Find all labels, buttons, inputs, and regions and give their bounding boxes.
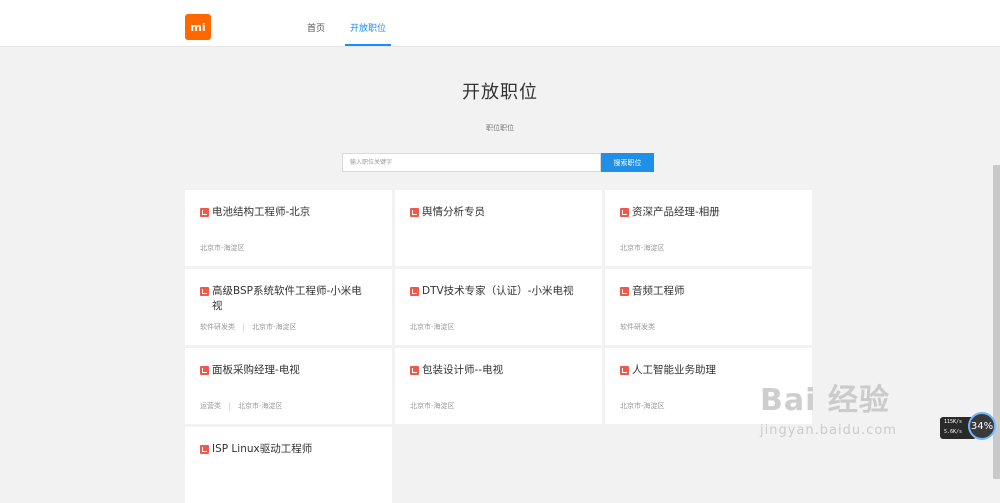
job-tag: 软件研发类 (620, 323, 655, 331)
job-meta: 软件研发类 北京市-海淀区 (200, 322, 297, 332)
job-tag: 运营类 (200, 402, 221, 410)
job-title[interactable]: 舆情分析专员 (410, 205, 575, 220)
meta-divider (243, 322, 244, 332)
job-title-text[interactable]: 资深产品经理-相册 (632, 205, 720, 220)
job-meta: 北京市-海淀区 (620, 401, 665, 411)
job-tag: 北京市-海淀区 (238, 402, 283, 410)
job-card[interactable]: ISP Linux驱动工程师 (185, 427, 392, 503)
job-document-icon (200, 366, 209, 375)
job-title-text[interactable]: 舆情分析专员 (422, 205, 485, 220)
job-meta: 北京市-海淀区 (200, 243, 245, 253)
page-title: 开放职位 (462, 82, 538, 103)
job-title-text[interactable]: 电池结构工程师-北京 (212, 205, 310, 220)
job-tag: 北京市-海淀区 (252, 323, 297, 331)
job-title[interactable]: ISP Linux驱动工程师 (200, 442, 365, 457)
job-document-icon (200, 208, 209, 217)
job-tag: 北京市-海淀区 (620, 402, 665, 410)
job-card[interactable]: 人工智能业务助理北京市-海淀区 (605, 348, 812, 424)
job-meta: 运营类 北京市-海淀区 (200, 401, 283, 411)
job-document-icon (410, 287, 419, 296)
nav-home[interactable]: 首页 (305, 0, 327, 46)
job-list: 电池结构工程师-北京 北京市-海淀区 舆情分析专员 资深产品经理-相册 北京市-海淀区高… (185, 190, 812, 503)
job-tag: 软件研发类 (200, 323, 235, 331)
job-card[interactable]: DTV技术专家（认证）-小米电视北京市-海淀区 (395, 269, 602, 345)
job-tag: 北京市-海淀区 (200, 244, 245, 252)
page-subtitle: 职位职位 (486, 124, 514, 132)
job-document-icon (620, 366, 629, 375)
job-title-text[interactable]: ISP Linux驱动工程师 (212, 442, 312, 457)
job-title-text[interactable]: 人工智能业务助理 (632, 363, 716, 378)
job-meta: 北京市-海淀区 (620, 243, 665, 253)
job-meta: 北京市-海淀区 (410, 401, 455, 411)
job-card[interactable]: 电池结构工程师-北京北京市-海淀区 (185, 190, 392, 266)
job-title[interactable]: 包装设计师--电视 (410, 363, 575, 378)
job-title[interactable]: 电池结构工程师-北京 (200, 205, 365, 220)
job-card[interactable]: 面板采购经理-电视运营类 北京市-海淀区 (185, 348, 392, 424)
job-card[interactable]: 包装设计师--电视北京市-海淀区 (395, 348, 602, 424)
usage-percent-gauge: 34% (968, 412, 996, 440)
nav-open-positions[interactable]: 开放职位 (345, 0, 392, 46)
job-document-icon (200, 287, 209, 296)
job-title-text[interactable]: 高级BSP系统软件工程师-小米电视 (212, 284, 365, 314)
job-title[interactable]: 资深产品经理-相册 (620, 205, 785, 220)
job-title[interactable]: DTV技术专家（认证）-小米电视 (410, 284, 575, 299)
network-speed-widget[interactable]: 115K/s 5.6K/s 34% (940, 412, 996, 442)
job-title-text[interactable]: 音频工程师 (632, 284, 685, 299)
main-nav: 首页 开放职位 (305, 0, 409, 46)
search-jobs-button[interactable]: 搜索职位 (601, 153, 654, 172)
job-tag: 北京市-海淀区 (620, 244, 665, 252)
job-document-icon (620, 287, 629, 296)
job-card[interactable]: 音频工程师软件研发类 (605, 269, 812, 345)
job-title-text[interactable]: DTV技术专家（认证）-小米电视 (422, 284, 573, 299)
job-title-text[interactable]: 包装设计师--电视 (422, 363, 503, 378)
job-title[interactable]: 音频工程师 (620, 284, 785, 299)
job-meta: 软件研发类 (620, 322, 655, 332)
meta-divider (229, 401, 230, 411)
job-meta: 北京市-海淀区 (410, 322, 455, 332)
job-card[interactable]: 资深产品经理-相册北京市-海淀区 (605, 190, 812, 266)
job-title-text[interactable]: 面板采购经理-电视 (212, 363, 300, 378)
job-document-icon (200, 445, 209, 454)
job-title[interactable]: 人工智能业务助理 (620, 363, 785, 378)
job-document-icon (410, 208, 419, 217)
job-title[interactable]: 高级BSP系统软件工程师-小米电视 (200, 284, 365, 314)
job-document-icon (410, 366, 419, 375)
job-document-icon (620, 208, 629, 217)
job-tag: 北京市-海淀区 (410, 402, 455, 410)
job-card[interactable]: 舆情分析专员 (395, 190, 602, 266)
job-title[interactable]: 面板采购经理-电视 (200, 363, 365, 378)
job-search-input[interactable] (342, 153, 601, 172)
mi-logo[interactable]: mi (185, 14, 211, 40)
job-tag: 北京市-海淀区 (410, 323, 455, 331)
top-navbar: mi 首页 开放职位 (0, 0, 1000, 47)
job-card[interactable]: 高级BSP系统软件工程师-小米电视软件研发类 北京市-海淀区 (185, 269, 392, 345)
